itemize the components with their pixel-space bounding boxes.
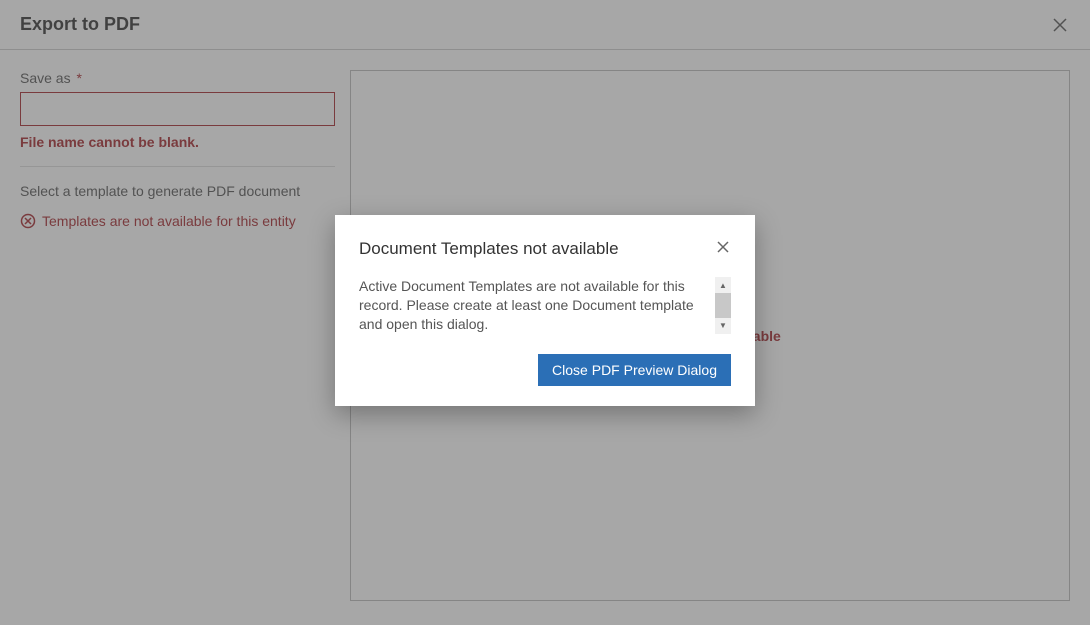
modal-close-icon[interactable] bbox=[715, 239, 731, 255]
close-pdf-preview-button[interactable]: Close PDF Preview Dialog bbox=[538, 354, 731, 386]
scroll-thumb[interactable] bbox=[715, 293, 731, 318]
modal-title: Document Templates not available bbox=[359, 239, 619, 259]
modal-header: Document Templates not available bbox=[359, 239, 731, 259]
scroll-up-arrow[interactable]: ▲ bbox=[715, 277, 731, 293]
modal-body: Active Document Templates are not availa… bbox=[359, 277, 715, 334]
scroll-down-arrow[interactable]: ▼ bbox=[715, 318, 731, 334]
templates-modal: Document Templates not available Active … bbox=[335, 215, 755, 406]
modal-body-wrap: Active Document Templates are not availa… bbox=[359, 277, 731, 334]
modal-footer: Close PDF Preview Dialog bbox=[359, 354, 731, 386]
modal-scrollbar[interactable]: ▲ ▼ bbox=[715, 277, 731, 334]
